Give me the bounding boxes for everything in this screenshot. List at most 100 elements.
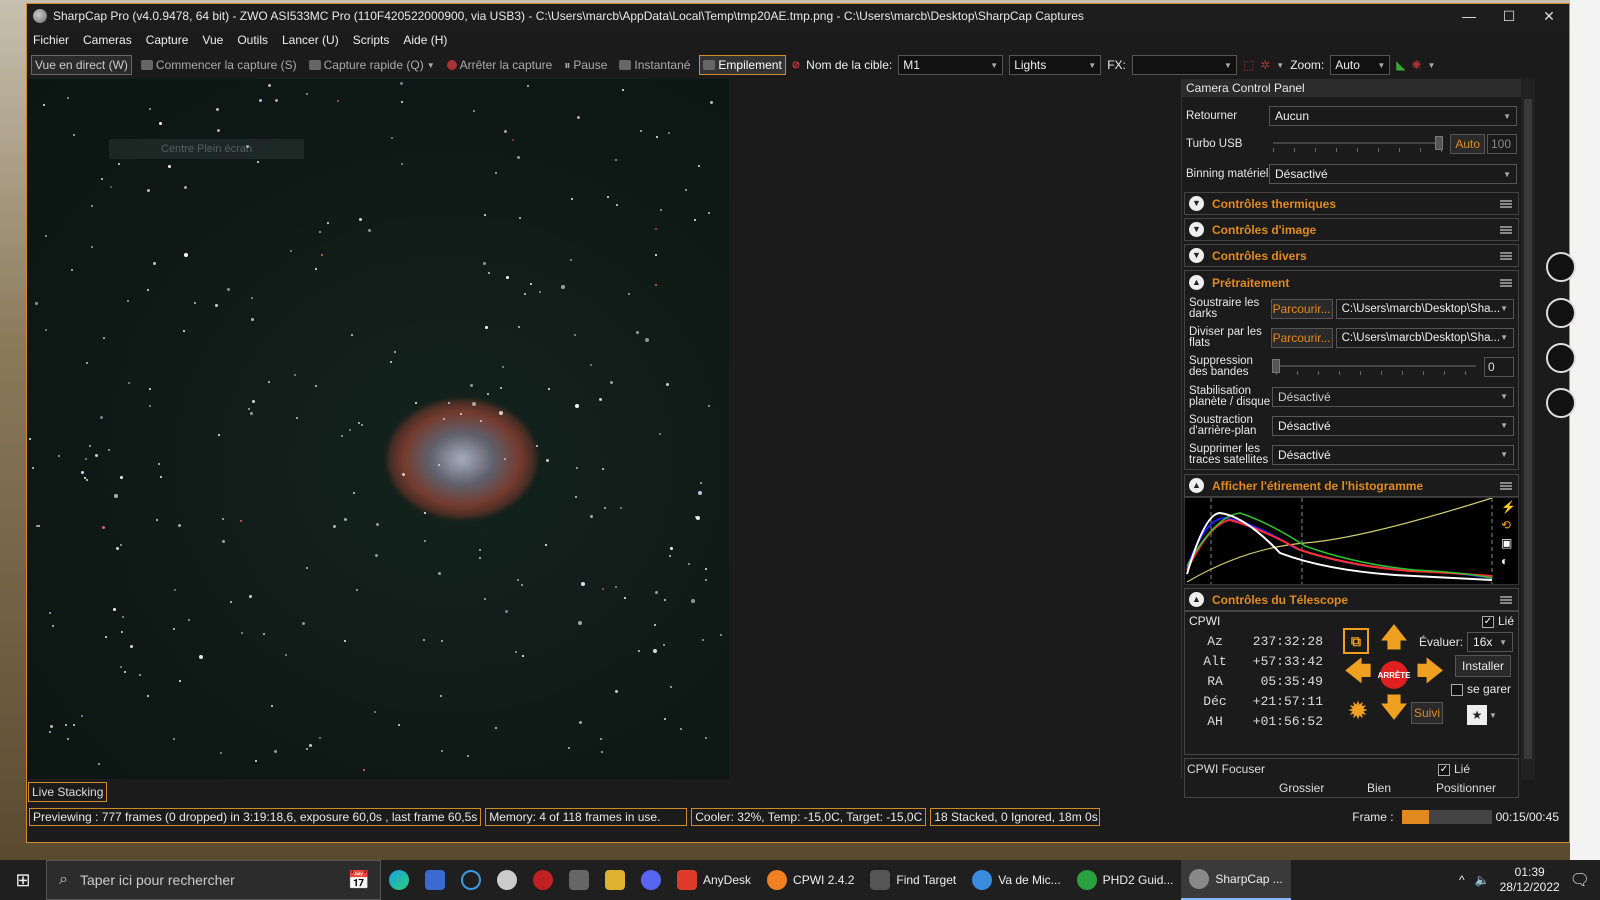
chevron-up-icon[interactable]: ▲ <box>1189 478 1204 493</box>
taskbar-pinned-ccleaner[interactable] <box>453 860 489 900</box>
chevron-down-icon[interactable]: ▼ <box>1189 222 1204 237</box>
fx-select[interactable]: ▼ <box>1131 55 1237 75</box>
live-stacking-tab[interactable]: Live Stacking <box>28 782 108 802</box>
histogram-icon[interactable]: ◣ <box>1396 58 1405 72</box>
park-checkbox[interactable]: se garer <box>1451 682 1511 696</box>
chevron-down-icon[interactable]: ▼ <box>1428 61 1436 70</box>
taskbar-pinned-app2[interactable] <box>489 860 525 900</box>
hamburger-icon[interactable] <box>1500 278 1512 287</box>
checkbox-checked-icon[interactable]: ✓ <box>1481 615 1494 628</box>
reticle-icon[interactable]: ⬚ <box>1243 58 1254 72</box>
section-misc[interactable]: ▼ Contrôles divers <box>1184 244 1519 267</box>
flats-browse-button[interactable]: Parcourir... <box>1270 327 1333 348</box>
hamburger-icon[interactable] <box>1500 595 1512 604</box>
banding-value[interactable]: 0 <box>1484 357 1514 377</box>
turbo-slider[interactable] <box>1269 134 1446 154</box>
hamburger-icon[interactable] <box>1500 225 1512 234</box>
telescope-linked[interactable]: ✓ Lié <box>1481 614 1514 628</box>
menu-vue[interactable]: Vue <box>202 33 223 47</box>
menu-capture[interactable]: Capture <box>146 33 189 47</box>
settings-icon[interactable]: ✺ <box>1411 58 1421 72</box>
taskbar-pinned-explorer[interactable] <box>597 860 633 900</box>
menu-outils[interactable]: Outils <box>237 33 268 47</box>
turbo-value[interactable]: 100 <box>1487 134 1517 154</box>
checkbox-icon[interactable] <box>1451 683 1463 696</box>
reset-icon[interactable]: ⟲ <box>1501 518 1516 532</box>
taskbar-app-phd2[interactable]: PHD2 Guid... <box>1069 860 1182 900</box>
section-thermal[interactable]: ▼ Contrôles thermiques <box>1184 192 1519 215</box>
target-name-select[interactable]: M1 ▼ <box>898 55 1004 75</box>
live-view-button[interactable]: Vue en direct (W) <box>31 55 132 75</box>
arrow-left-button[interactable]: 🡄 <box>1343 656 1373 690</box>
hamburger-icon[interactable] <box>1500 481 1512 490</box>
satellite-select[interactable]: Désactivé ▼ <box>1272 444 1514 465</box>
darks-browse-button[interactable]: Parcourir... <box>1270 298 1333 319</box>
sun-icon[interactable]: ✹ <box>1343 696 1373 726</box>
pause-button[interactable]: ⏸ Pause <box>561 56 610 75</box>
chevron-up-icon[interactable]: ^ <box>1459 873 1465 887</box>
stop-button[interactable]: ARRÊTE <box>1378 661 1410 689</box>
taskbar-app-findtarget[interactable]: Find Target <box>862 860 964 900</box>
flats-path-select[interactable]: C:\Users\marcb\Desktop\Sha... ▼ <box>1335 327 1514 348</box>
stop-capture-button[interactable]: Arrêter la capture <box>444 56 556 74</box>
menu-cameras[interactable]: Cameras <box>83 33 132 47</box>
panel-scrollbar[interactable] <box>1521 79 1535 779</box>
hamburger-icon[interactable] <box>1500 251 1512 260</box>
favorites-dropdown[interactable]: ★ ▼ <box>1467 704 1507 726</box>
chevron-down-icon[interactable]: ▼ <box>1276 61 1284 70</box>
binning-select[interactable]: Désactivé ▼ <box>1269 164 1517 184</box>
taskbar-pinned-discord[interactable] <box>633 860 669 900</box>
flip-select[interactable]: Aucun ▼ <box>1269 106 1517 126</box>
taskbar-pinned-edge[interactable] <box>381 860 417 900</box>
checkbox-checked-icon[interactable]: ✓ <box>1437 763 1450 776</box>
minimize-button[interactable]: — <box>1449 8 1489 24</box>
histogram-display[interactable]: ⚡ ⟲ ▣ ◐ <box>1184 497 1519 585</box>
start-capture-button[interactable]: Commencer la capture (S) <box>138 56 300 74</box>
banding-slider-knob[interactable] <box>1272 359 1280 373</box>
taskbar-app-cpwi[interactable]: CPWI 2.4.2 <box>759 860 862 900</box>
image-viewer[interactable]: Centre Plein écran <box>27 79 729 779</box>
scrollbar-thumb[interactable] <box>1524 99 1532 759</box>
stacking-button[interactable]: Empilement <box>699 55 786 75</box>
speaker-icon[interactable]: 🔈 <box>1475 873 1490 887</box>
background-select[interactable]: Désactivé ▼ <box>1272 415 1514 436</box>
notification-icon[interactable]: 🗨 <box>1570 870 1590 890</box>
banding-slider[interactable] <box>1272 357 1480 377</box>
contrast-icon[interactable]: ◐ <box>1501 554 1516 568</box>
taskbar-app-anydesk[interactable]: AnyDesk <box>669 860 759 900</box>
menu-aide[interactable]: Aide (H) <box>403 33 447 47</box>
taskbar-pinned-app3[interactable] <box>525 860 561 900</box>
chevron-down-icon[interactable]: ▼ <box>427 61 435 70</box>
tracking-button[interactable]: Suivi <box>1411 702 1443 724</box>
stabilization-select[interactable]: Désactivé ▼ <box>1272 386 1514 407</box>
menu-lancer[interactable]: Lancer (U) <box>282 33 339 47</box>
arrow-down-button[interactable]: 🡇 <box>1379 692 1409 726</box>
close-button[interactable]: ✕ <box>1529 8 1569 25</box>
darks-path-select[interactable]: C:\Users\marcb\Desktop\Sha... ▼ <box>1335 298 1514 319</box>
taskbar-pinned-stellarium[interactable] <box>561 860 597 900</box>
quick-capture-button[interactable]: Capture rapide (Q) ▼ <box>306 56 438 74</box>
start-button[interactable]: ⊞ <box>0 860 46 900</box>
taskbar-app-sharpcap[interactable]: SharpCap ... <box>1181 860 1291 900</box>
hamburger-icon[interactable] <box>1500 199 1512 208</box>
zoom-select[interactable]: Auto ▼ <box>1330 55 1391 75</box>
focuser-linked[interactable]: ✓ Lié <box>1437 762 1470 776</box>
menu-fichier[interactable]: Fichier <box>33 33 69 47</box>
arrow-right-button[interactable]: 🡆 <box>1415 656 1445 690</box>
goto-icon[interactable]: ⧉ <box>1343 628 1369 654</box>
clock[interactable]: 01:39 28/12/2022 <box>1500 865 1560 895</box>
turbo-slider-knob[interactable] <box>1434 136 1443 150</box>
arrow-up-button[interactable]: 🡅 <box>1379 622 1409 656</box>
taskbar-search-box[interactable]: ⌕ Taper ici pour rechercher 📅 <box>46 860 381 900</box>
section-telescope[interactable]: ▲ Contrôles du Télescope <box>1184 588 1519 611</box>
menu-scripts[interactable]: Scripts <box>353 33 390 47</box>
auto-stretch-icon[interactable]: ⚡ <box>1501 500 1516 514</box>
section-preprocessing[interactable]: ▲ Prétraitement <box>1185 271 1518 294</box>
chevron-up-icon[interactable]: ▲ <box>1189 592 1204 607</box>
section-image[interactable]: ▼ Contrôles d'image <box>1184 218 1519 241</box>
crosshair-icon[interactable]: ✲ <box>1260 58 1270 72</box>
rate-select[interactable]: 16x ▼ <box>1467 632 1514 652</box>
taskbar-app-chrome[interactable]: Va de Mic... <box>964 860 1068 900</box>
section-histogram[interactable]: ▲ Afficher l'étirement de l'histogramme <box>1184 474 1519 497</box>
save-icon[interactable]: ▣ <box>1501 536 1516 550</box>
